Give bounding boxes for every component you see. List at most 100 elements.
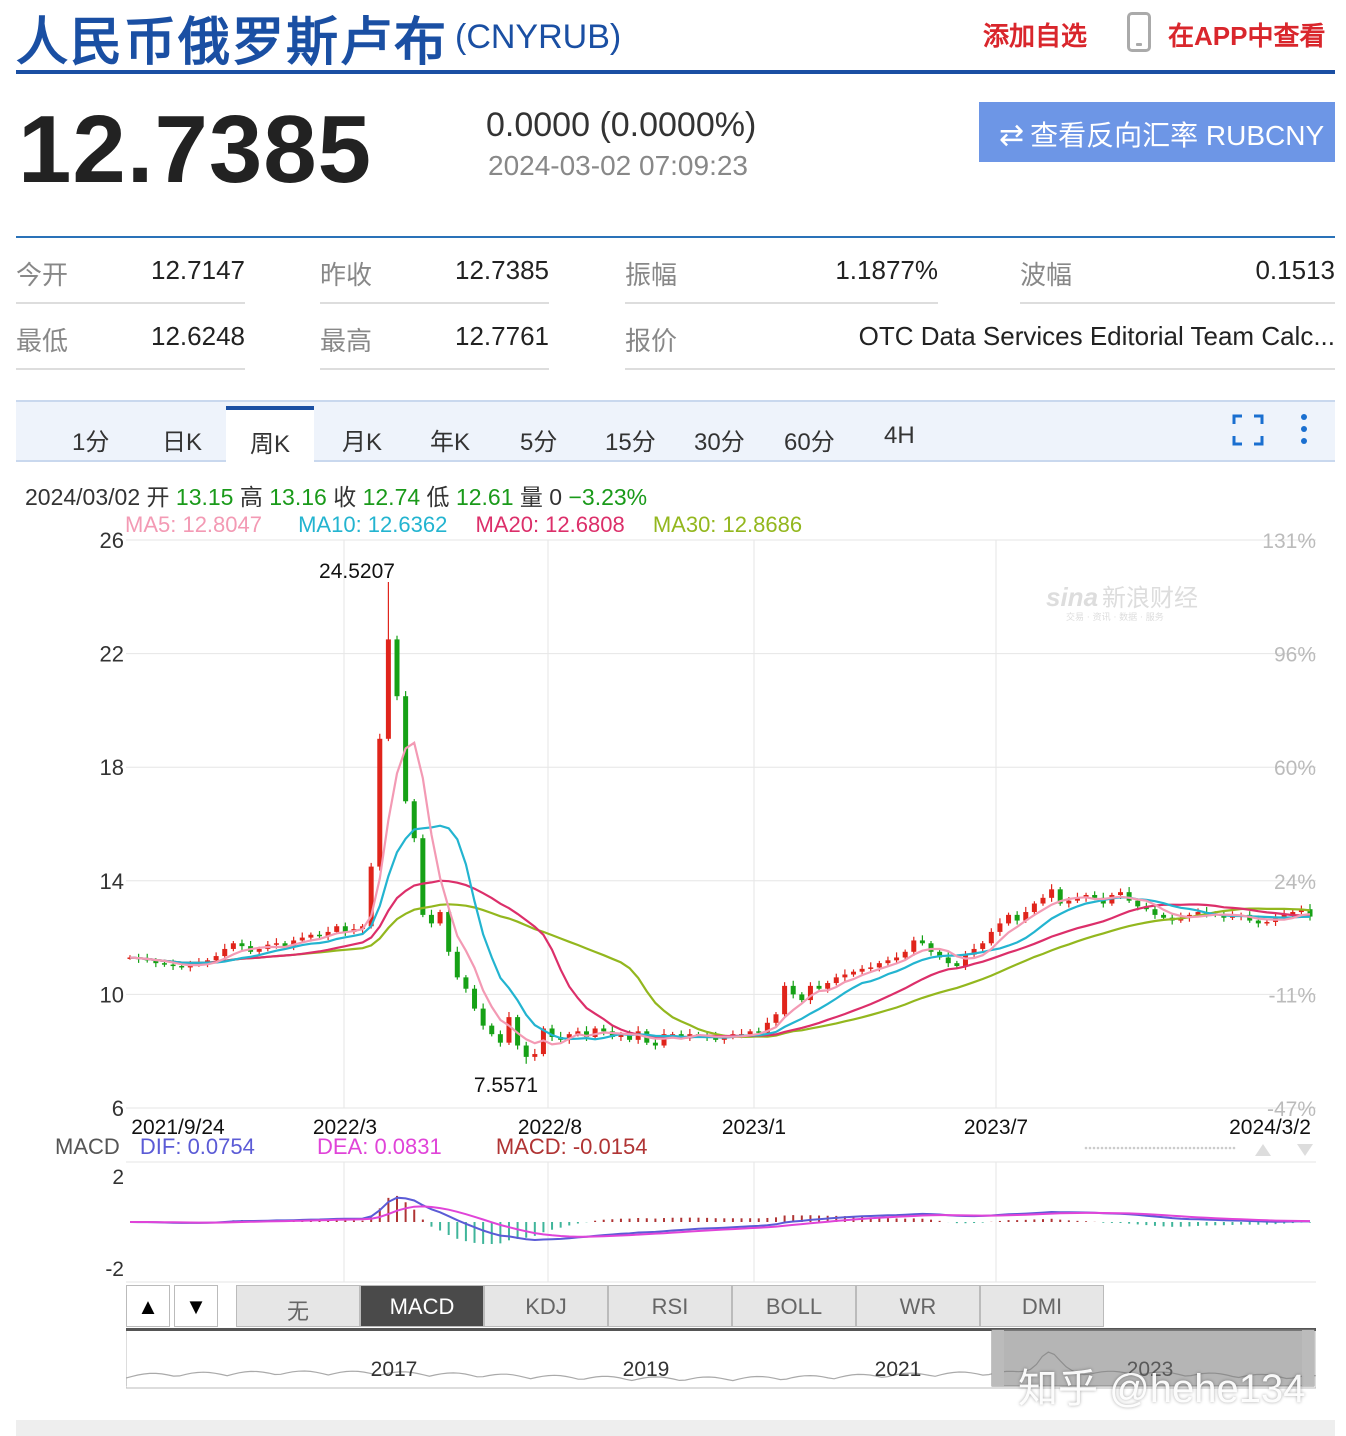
add-watchlist-button[interactable]: 添加自选 xyxy=(983,16,1087,53)
tab-weekly[interactable]: 周K xyxy=(250,424,290,459)
indicator-dmi[interactable]: DMI xyxy=(980,1285,1104,1327)
macd-label: MACD xyxy=(55,1134,120,1159)
sina-logo: sina xyxy=(1046,582,1098,612)
scroll-dot xyxy=(1152,1146,1156,1150)
tab-1min[interactable]: 1分 xyxy=(72,422,109,457)
ma5-line xyxy=(129,741,1311,1046)
scroll-dot xyxy=(1116,1146,1120,1150)
candle-body xyxy=(334,926,340,932)
stat-divider xyxy=(16,302,245,304)
kline-chart[interactable]: 61014182226 131%96%60%24%-11%-47%sina 新浪财经… xyxy=(0,530,1346,1310)
candle-body xyxy=(506,1017,512,1043)
candle-body xyxy=(885,960,891,964)
stat-divider xyxy=(625,302,938,304)
y-tick-label: 6 xyxy=(112,1096,124,1121)
scroll-dot xyxy=(1224,1146,1228,1150)
indicator-macd[interactable]: MACD xyxy=(360,1285,484,1327)
candle-body xyxy=(799,994,805,1001)
scroll-dot xyxy=(1188,1146,1192,1150)
scroll-dot xyxy=(1128,1146,1132,1150)
candle-body xyxy=(273,943,279,945)
scroll-dot xyxy=(1204,1146,1208,1150)
scroll-down-arrow-icon xyxy=(1297,1144,1313,1156)
stat-value-low: 12.6248 xyxy=(151,321,245,351)
y-tick-label: 14 xyxy=(100,869,124,894)
candle-body xyxy=(1152,909,1158,915)
tab-30min[interactable]: 30分 xyxy=(694,422,745,457)
tab-monthly[interactable]: 月K xyxy=(342,422,382,457)
candle-body xyxy=(454,951,460,978)
tab-yearly[interactable]: 年K xyxy=(430,422,470,457)
scroll-dot xyxy=(1100,1146,1104,1150)
sina-brand-name: 新浪财经 xyxy=(1102,584,1198,612)
candle-body xyxy=(773,1014,779,1023)
tab-5min[interactable]: 5分 xyxy=(520,422,557,457)
dif-value: DIF: 0.0754 xyxy=(139,1134,255,1159)
scroll-dot xyxy=(1232,1146,1236,1150)
navigator-handle-left[interactable] xyxy=(992,1330,1004,1386)
tab-daily[interactable]: 日K xyxy=(162,422,202,457)
pct-tick-label: 24% xyxy=(1274,871,1316,894)
candle-body xyxy=(851,971,857,975)
scroll-dot xyxy=(1112,1146,1116,1150)
page-title: 人民币俄罗斯卢布 xyxy=(16,14,449,72)
candle-body xyxy=(928,943,934,952)
navigator-year-label: 2021 xyxy=(875,1358,922,1381)
candle-body xyxy=(1118,892,1124,895)
candle-body xyxy=(256,948,262,952)
candle-body xyxy=(532,1054,538,1057)
reverse-rate-button[interactable]: ⇄ 查看反向汇率 RUBCNY xyxy=(979,102,1335,162)
indicator-wr[interactable]: WR xyxy=(856,1285,980,1327)
indicator-boll[interactable]: BOLL xyxy=(732,1285,856,1327)
candle-body xyxy=(954,963,960,966)
tab-60min[interactable]: 60分 xyxy=(784,422,835,457)
fullscreen-icon[interactable] xyxy=(1232,414,1264,446)
candle-body xyxy=(902,951,908,958)
scroll-dot xyxy=(1120,1146,1124,1150)
candle-body xyxy=(489,1025,495,1035)
candle-body xyxy=(782,985,788,1015)
scroll-dot xyxy=(1220,1146,1224,1150)
scroll-dot xyxy=(1140,1146,1144,1150)
scroll-dot xyxy=(1096,1146,1100,1150)
candle-body xyxy=(437,912,443,924)
dea-line xyxy=(130,1205,1311,1238)
pct-tick-label: 60% xyxy=(1274,757,1316,780)
phone-icon xyxy=(1127,12,1151,52)
indicator-kdj[interactable]: KDJ xyxy=(484,1285,608,1327)
candle-body xyxy=(497,1034,503,1043)
more-options-icon[interactable] xyxy=(1298,412,1310,446)
x-tick-label: 2023/1 xyxy=(722,1116,786,1139)
candle-body xyxy=(308,934,314,938)
scroll-dot xyxy=(1156,1146,1160,1150)
candle-body xyxy=(1092,895,1098,898)
scroll-dot xyxy=(1124,1146,1128,1150)
candle-body xyxy=(213,956,219,961)
tab-4h[interactable]: 4H xyxy=(884,422,915,450)
scroll-dot xyxy=(1192,1146,1196,1150)
candle-body xyxy=(161,963,167,965)
x-tick-label: 2023/7 xyxy=(964,1116,1028,1139)
candle-body xyxy=(179,966,185,968)
dif-line xyxy=(129,1196,1311,1242)
candle-body xyxy=(1006,914,1012,924)
sina-brand-sub: 交易 · 资讯 · 数据 · 服务 xyxy=(1066,611,1164,623)
stat-label-open: 今开 xyxy=(16,260,69,290)
candle-body xyxy=(601,1028,607,1032)
candle-body xyxy=(222,948,228,957)
indicator-none[interactable]: 无 xyxy=(236,1285,360,1327)
scroll-up-button[interactable]: ▲ xyxy=(126,1285,170,1327)
scroll-dot xyxy=(1216,1146,1220,1150)
stat-divider xyxy=(16,368,245,370)
pct-tick-label: 96% xyxy=(1274,644,1316,667)
candle-body xyxy=(480,1008,486,1026)
tab-15min[interactable]: 15分 xyxy=(605,422,656,457)
macd-tick-label: -2 xyxy=(105,1258,124,1281)
reverse-rate-label: 查看反向汇率 RUBCNY xyxy=(1030,120,1325,151)
y-tick-label: 22 xyxy=(100,642,124,667)
scroll-dot xyxy=(1160,1146,1164,1150)
ohlc-pct: −3.23% xyxy=(568,484,648,510)
indicator-rsi[interactable]: RSI xyxy=(608,1285,732,1327)
view-in-app-button[interactable]: 在APP中查看 xyxy=(1168,16,1325,53)
scroll-down-button[interactable]: ▼ xyxy=(174,1285,218,1327)
